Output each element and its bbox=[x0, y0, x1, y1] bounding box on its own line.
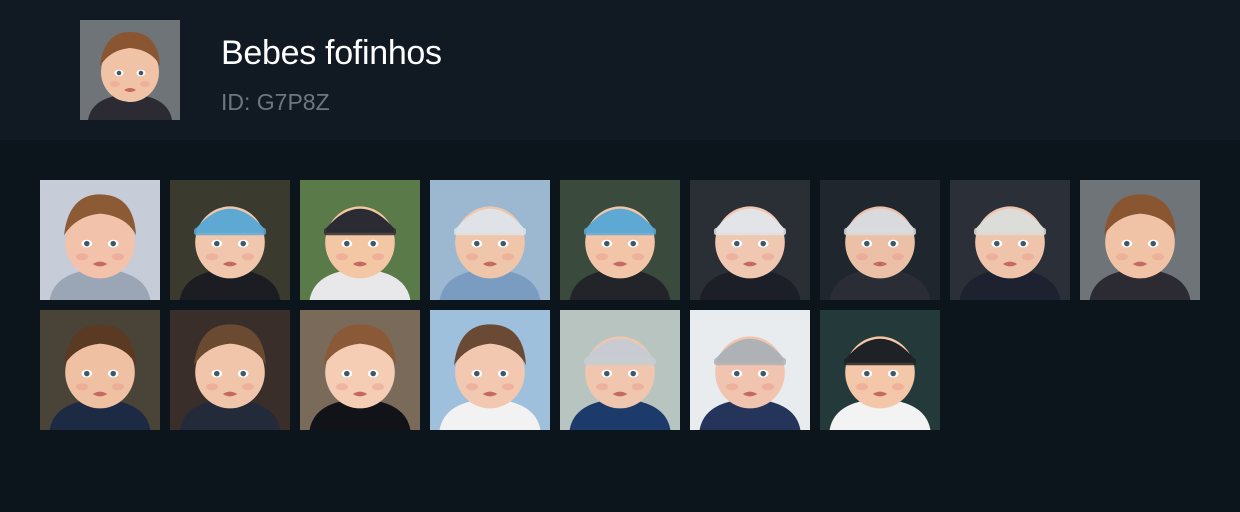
sticker-3[interactable] bbox=[300, 180, 420, 300]
sticker-14[interactable] bbox=[560, 310, 680, 430]
sticker-2[interactable] bbox=[170, 180, 290, 300]
sticker-6[interactable] bbox=[690, 180, 810, 300]
sticker-16[interactable] bbox=[820, 310, 940, 430]
sticker-13[interactable] bbox=[430, 310, 550, 430]
sticker-grid bbox=[0, 0, 1240, 512]
sticker-11[interactable] bbox=[170, 310, 290, 430]
sticker-15[interactable] bbox=[690, 310, 810, 430]
sticker-9[interactable] bbox=[1080, 180, 1200, 300]
sticker-4[interactable] bbox=[430, 180, 550, 300]
sticker-5[interactable] bbox=[560, 180, 680, 300]
sticker-1[interactable] bbox=[40, 180, 160, 300]
sticker-7[interactable] bbox=[820, 180, 940, 300]
sticker-10[interactable] bbox=[40, 310, 160, 430]
sticker-12[interactable] bbox=[300, 310, 420, 430]
sticker-8[interactable] bbox=[950, 180, 1070, 300]
